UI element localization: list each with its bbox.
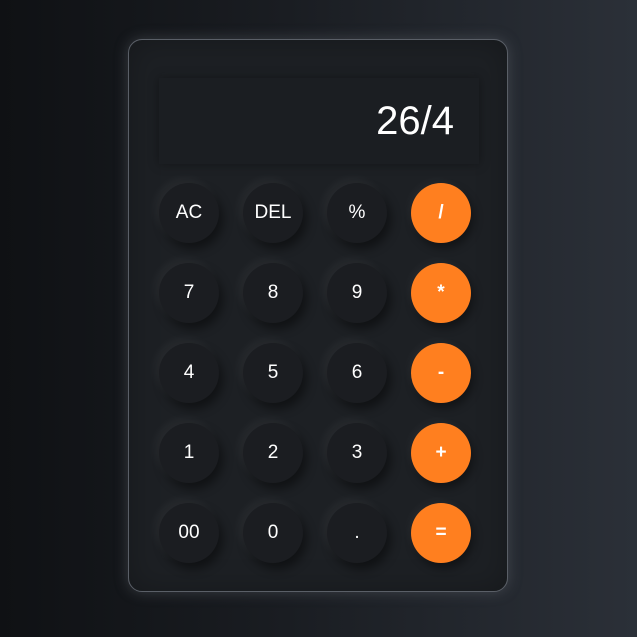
calculator-display: 26/4 — [159, 78, 479, 164]
digit-1-button[interactable]: 1 — [159, 423, 219, 483]
all-clear-button[interactable]: AC — [159, 183, 219, 243]
delete-button[interactable]: DEL — [243, 183, 303, 243]
multiply-button[interactable]: * — [411, 263, 471, 323]
digit-2-button[interactable]: 2 — [243, 423, 303, 483]
equals-button[interactable]: = — [411, 503, 471, 563]
keypad: AC DEL % / 7 8 9 * 4 5 6 - 1 2 3 + 00 0 … — [159, 183, 473, 563]
digit-3-button[interactable]: 3 — [327, 423, 387, 483]
digit-5-button[interactable]: 5 — [243, 343, 303, 403]
digit-9-button[interactable]: 9 — [327, 263, 387, 323]
digit-4-button[interactable]: 4 — [159, 343, 219, 403]
add-button[interactable]: + — [411, 423, 471, 483]
decimal-button[interactable]: . — [327, 503, 387, 563]
calculator-panel: 26/4 AC DEL % / 7 8 9 * 4 5 6 - 1 2 3 + … — [128, 39, 508, 592]
digit-8-button[interactable]: 8 — [243, 263, 303, 323]
digit-0-button[interactable]: 0 — [243, 503, 303, 563]
double-zero-button[interactable]: 00 — [159, 503, 219, 563]
display-value: 26/4 — [376, 99, 454, 143]
percent-button[interactable]: % — [327, 183, 387, 243]
digit-7-button[interactable]: 7 — [159, 263, 219, 323]
subtract-button[interactable]: - — [411, 343, 471, 403]
digit-6-button[interactable]: 6 — [327, 343, 387, 403]
divide-button[interactable]: / — [411, 183, 471, 243]
